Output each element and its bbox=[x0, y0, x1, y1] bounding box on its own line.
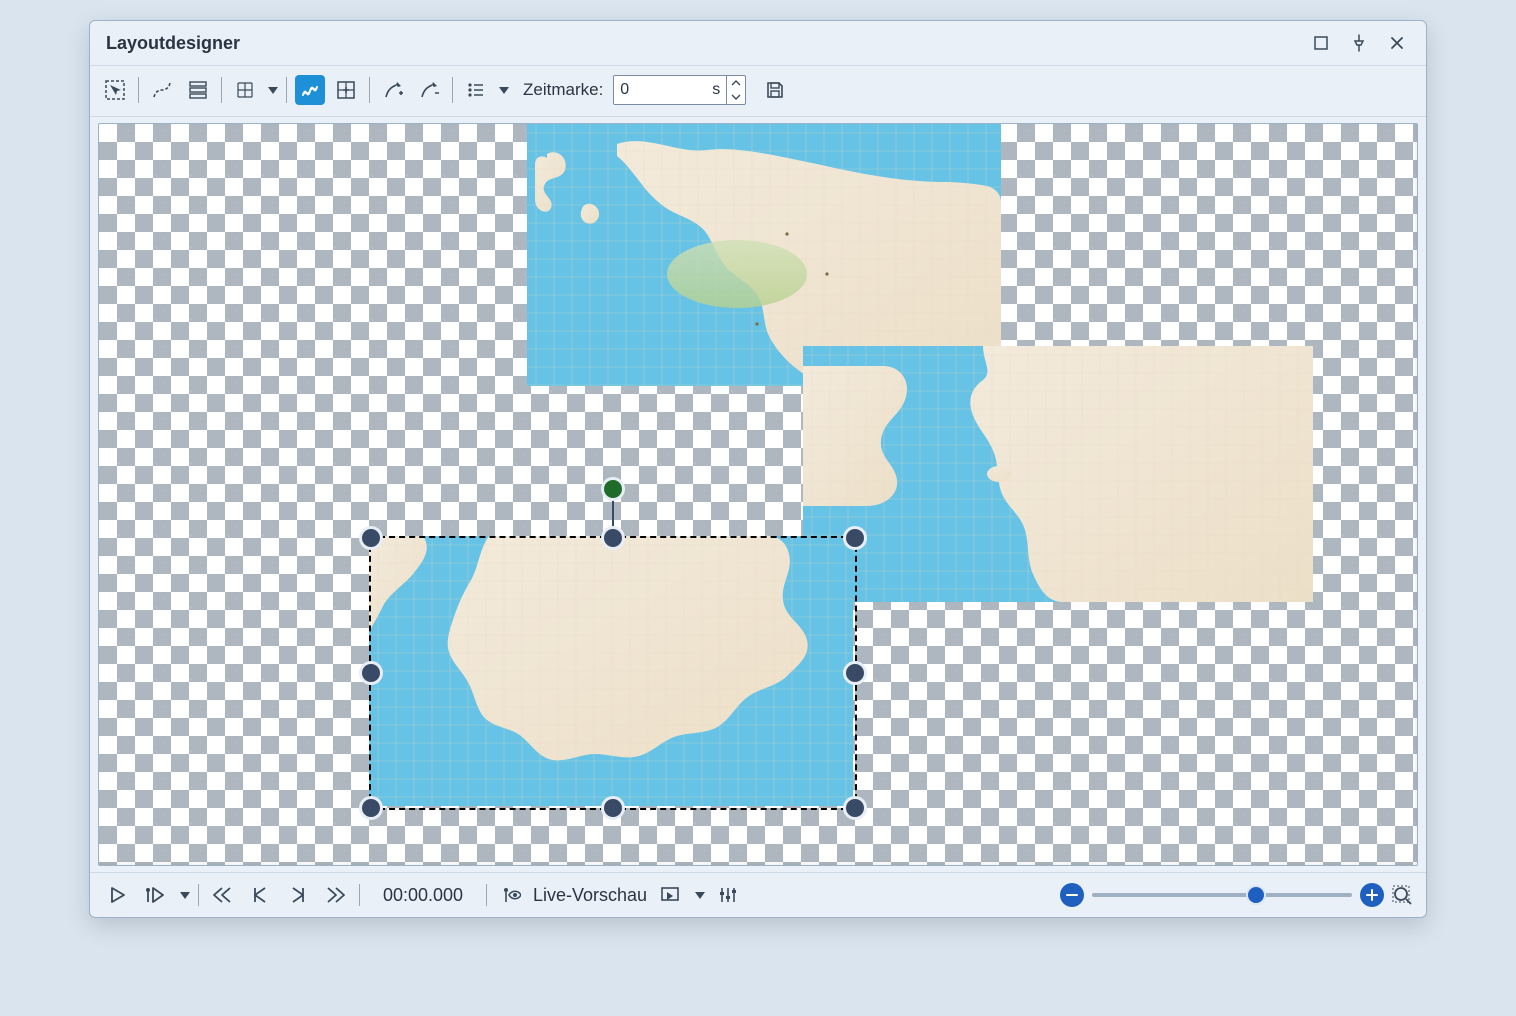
resize-handle-middle-left[interactable] bbox=[362, 664, 380, 682]
live-preview-eye-button[interactable] bbox=[495, 880, 525, 910]
save-button[interactable] bbox=[760, 75, 790, 105]
timemarker-spinner[interactable]: s bbox=[613, 75, 746, 105]
maximize-button[interactable] bbox=[1302, 27, 1340, 59]
close-button[interactable] bbox=[1378, 27, 1416, 59]
goto-start-button[interactable] bbox=[207, 880, 237, 910]
zoom-fit-button[interactable] bbox=[1392, 884, 1414, 906]
selection-overlay[interactable] bbox=[369, 536, 857, 810]
toolbar-separator bbox=[138, 77, 139, 103]
status-separator bbox=[359, 884, 360, 906]
grid-snap-button[interactable] bbox=[230, 75, 260, 105]
design-canvas[interactable] bbox=[98, 123, 1418, 866]
play-from-button[interactable] bbox=[140, 880, 170, 910]
zoom-out-button[interactable] bbox=[1060, 883, 1084, 907]
zoom-in-button[interactable] bbox=[1360, 883, 1384, 907]
toolbar-separator bbox=[452, 77, 453, 103]
step-forward-button[interactable] bbox=[283, 880, 313, 910]
resize-handle-bottom-left[interactable] bbox=[362, 799, 380, 817]
equalizer-button[interactable] bbox=[713, 880, 743, 910]
toolbar: Zeitmarke: s bbox=[90, 66, 1426, 117]
toolbar-separator bbox=[369, 77, 370, 103]
grid-snap-dropdown[interactable] bbox=[268, 87, 278, 94]
freeform-tool-button[interactable] bbox=[295, 75, 325, 105]
timemarker-unit: s bbox=[706, 81, 726, 99]
timecode-display: 00:00.000 bbox=[368, 885, 478, 906]
spline-tool-button[interactable] bbox=[147, 75, 177, 105]
pin-button[interactable] bbox=[1340, 27, 1378, 59]
statusbar: 00:00.000 Live-Vorschau bbox=[90, 872, 1426, 917]
toolbar-separator bbox=[286, 77, 287, 103]
window-title: Layoutdesigner bbox=[100, 33, 1302, 54]
timemarker-label: Zeitmarke: bbox=[523, 80, 603, 100]
pen-add-button[interactable] bbox=[378, 75, 408, 105]
map-frame-north-england[interactable] bbox=[803, 346, 1313, 602]
preview-window-button[interactable] bbox=[655, 880, 685, 910]
status-separator bbox=[198, 884, 199, 906]
center-target-button[interactable] bbox=[331, 75, 361, 105]
zoom-controls bbox=[1060, 883, 1414, 907]
step-back-button[interactable] bbox=[245, 880, 275, 910]
select-tool-button[interactable] bbox=[100, 75, 130, 105]
preview-mode-dropdown[interactable] bbox=[695, 892, 705, 899]
play-mode-dropdown[interactable] bbox=[180, 892, 190, 899]
timemarker-spin-up[interactable] bbox=[727, 76, 745, 90]
list-properties-dropdown[interactable] bbox=[499, 87, 509, 94]
live-preview-label: Live-Vorschau bbox=[533, 885, 647, 906]
goto-end-button[interactable] bbox=[321, 880, 351, 910]
timemarker-spin-buttons[interactable] bbox=[726, 76, 745, 104]
resize-handle-bottom-middle[interactable] bbox=[604, 799, 622, 817]
layout-designer-panel: Layoutdesigner bbox=[89, 20, 1427, 918]
list-properties-button[interactable] bbox=[461, 75, 491, 105]
canvas-area bbox=[90, 117, 1426, 872]
resize-handle-top-left[interactable] bbox=[362, 529, 380, 547]
zoom-slider[interactable] bbox=[1092, 893, 1352, 897]
titlebar: Layoutdesigner bbox=[90, 21, 1426, 66]
timemarker-input[interactable] bbox=[614, 76, 706, 104]
resize-handle-top-middle[interactable] bbox=[604, 529, 622, 547]
zoom-slider-thumb[interactable] bbox=[1248, 887, 1264, 903]
toolbar-separator bbox=[221, 77, 222, 103]
resize-handle-top-right[interactable] bbox=[846, 529, 864, 547]
status-separator bbox=[486, 884, 487, 906]
rotation-handle[interactable] bbox=[604, 480, 622, 498]
stack-tool-button[interactable] bbox=[183, 75, 213, 105]
pen-remove-button[interactable] bbox=[414, 75, 444, 105]
play-button[interactable] bbox=[102, 880, 132, 910]
resize-handle-middle-right[interactable] bbox=[846, 664, 864, 682]
timemarker-spin-down[interactable] bbox=[727, 90, 745, 104]
resize-handle-bottom-right[interactable] bbox=[846, 799, 864, 817]
rotation-stem bbox=[612, 492, 614, 532]
